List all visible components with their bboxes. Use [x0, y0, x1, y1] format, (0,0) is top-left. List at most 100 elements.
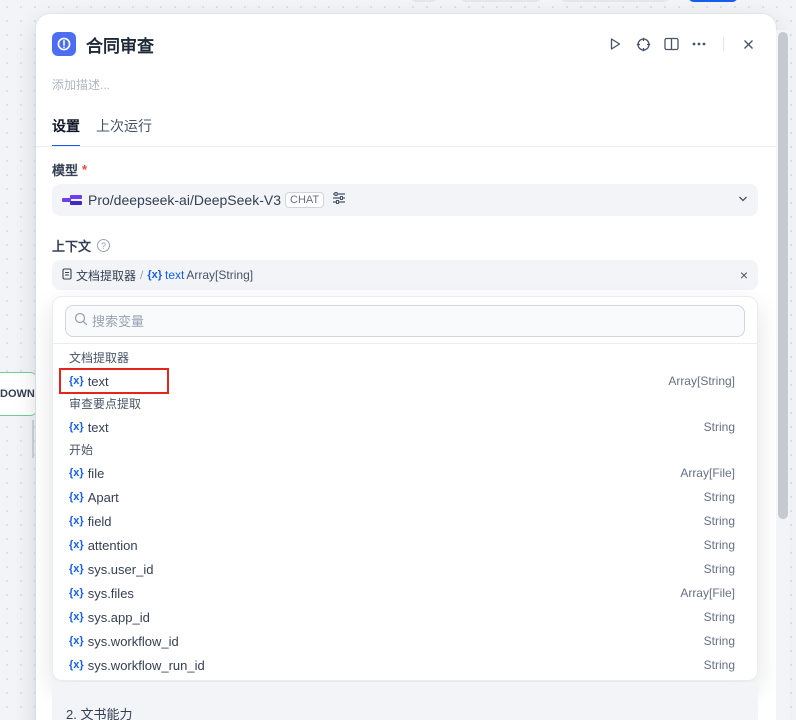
variable-name: sys.files [87, 585, 134, 601]
context-separator: / [140, 268, 144, 282]
help-icon[interactable]: ? [97, 239, 111, 252]
model-label: 模型 [52, 163, 79, 178]
variable-type: String [703, 610, 735, 624]
variable-type: String [703, 562, 735, 576]
canvas-edge [32, 420, 34, 458]
chevron-down-icon [738, 192, 748, 211]
group-title: 文档提取器 [69, 351, 130, 365]
canvas-node[interactable]: DOWN [0, 372, 38, 416]
variable-name: sys.app_id [87, 609, 150, 625]
context-label-row: 上下文 ? [52, 236, 111, 255]
variable-name: field [87, 513, 112, 529]
variable-option[interactable]: {x} sys.user_id String [53, 557, 757, 581]
crosshair-icon[interactable] [631, 32, 655, 56]
variable-icon: {x} [69, 563, 84, 575]
variable-type: String [703, 420, 735, 434]
header-actions [603, 32, 760, 56]
context-node-name: 文档提取器 [76, 268, 137, 283]
context-variable-field[interactable]: 文档提取器 / {x} text Array[String] × [52, 260, 758, 290]
variable-icon: {x} [69, 659, 84, 671]
variable-option[interactable]: {x} sys.workflow_run_id String [53, 653, 757, 677]
variable-icon: {x} [69, 515, 84, 527]
variable-icon: {x} [69, 611, 84, 623]
close-icon[interactable] [736, 32, 760, 56]
variable-option[interactable]: {x} sys.files Array[File] [53, 581, 757, 605]
variable-option[interactable]: {x} sys.workflow_id String [53, 629, 757, 653]
variable-icon: {x} [147, 269, 163, 281]
variable-type: String [703, 658, 735, 672]
variable-icon: {x} [69, 491, 84, 503]
more-icon[interactable] [687, 32, 711, 56]
search-icon [74, 312, 88, 331]
variable-type: Array[File] [680, 586, 735, 600]
variable-option-highlighted[interactable]: {x} text Array[String] [53, 368, 757, 394]
description-input[interactable]: 添加描述... [52, 76, 110, 93]
panel-tabs: 设置 上次运行 [52, 116, 152, 147]
model-selector[interactable]: Pro/deepseek-ai/DeepSeek-V3 CHAT [52, 184, 758, 216]
canvas-toolbar-button[interactable] [460, 0, 542, 2]
info-icon [52, 32, 76, 56]
document-icon [62, 267, 72, 283]
play-icon[interactable] [603, 32, 627, 56]
variable-list: 文档提取器 {x} text Array[String] 审查要点提取 {x} … [53, 347, 757, 677]
variable-type: Array[File] [680, 466, 735, 480]
required-mark: * [82, 162, 88, 177]
clear-context-button[interactable]: × [740, 267, 748, 283]
context-variable-name: text [165, 268, 185, 282]
node-title[interactable]: 合同审查 [86, 32, 154, 57]
tab-last-run[interactable]: 上次运行 [96, 116, 152, 147]
variable-option[interactable]: {x} text String [53, 415, 757, 439]
variable-icon: {x} [69, 375, 84, 387]
model-provider-icon [62, 195, 82, 205]
canvas-toolbar-button[interactable] [410, 0, 438, 2]
variable-name: text [87, 419, 109, 435]
variable-name: attention [87, 537, 138, 553]
variable-name: Apart [87, 489, 119, 505]
variable-name: sys.workflow_run_id [87, 657, 205, 673]
model-name: Pro/deepseek-ai/DeepSeek-V3 [88, 192, 282, 208]
canvas-toolbar-button[interactable] [560, 0, 670, 2]
sliders-icon[interactable] [332, 191, 346, 209]
variable-type: String [703, 538, 735, 552]
variable-name: file [87, 465, 105, 481]
variable-icon: {x} [69, 421, 84, 433]
variable-option[interactable]: {x} sys.app_id String [53, 605, 757, 629]
search-input[interactable] [92, 313, 692, 329]
panel-scrollbar[interactable] [776, 30, 790, 720]
variable-icon: {x} [69, 467, 84, 479]
context-variable-type: Array[String] [186, 268, 254, 282]
split-view-icon[interactable] [659, 32, 683, 56]
context-label: 上下文 [52, 239, 92, 254]
prompt-text: 2. 文书能力 [66, 707, 133, 720]
variable-name: sys.user_id [87, 561, 154, 577]
dropdown-divider [53, 343, 757, 344]
node-config-panel: 合同审查 添加描述... 设置 上次运行 模型 * Pro/deepseek-a… [36, 14, 776, 720]
variable-type: String [703, 634, 735, 648]
prompt-editor[interactable]: 2. 文书能力 [52, 682, 758, 720]
variable-name: text [87, 373, 109, 389]
group-title: 审查要点提取 [69, 397, 142, 411]
variable-picker-dropdown: 文档提取器 {x} text Array[String] 审查要点提取 {x} … [52, 296, 758, 681]
group-title: 开始 [69, 443, 94, 457]
model-label-row: 模型 * [52, 160, 87, 179]
panel-header: 合同审查 [52, 32, 760, 56]
variable-type: Array[String] [668, 374, 735, 388]
canvas-node-label: DOWN [0, 388, 35, 400]
variable-search-box[interactable] [65, 305, 745, 337]
canvas-publish-button[interactable] [688, 0, 738, 2]
scrollbar-thumb[interactable] [778, 32, 788, 519]
variable-option[interactable]: {x} attention String [53, 533, 757, 557]
tab-settings[interactable]: 设置 [52, 116, 80, 147]
variable-type: String [703, 514, 735, 528]
variable-icon: {x} [69, 635, 84, 647]
model-mode-badge: CHAT [285, 192, 325, 208]
variable-icon: {x} [69, 587, 84, 599]
variable-option[interactable]: {x} file Array[File] [53, 461, 757, 485]
variable-name: sys.workflow_id [87, 633, 179, 649]
tabs-divider [36, 146, 776, 147]
header-divider [723, 37, 724, 51]
variable-type: String [703, 490, 735, 504]
variable-icon: {x} [69, 539, 84, 551]
variable-option[interactable]: {x} field String [53, 509, 757, 533]
variable-option[interactable]: {x} Apart String [53, 485, 757, 509]
